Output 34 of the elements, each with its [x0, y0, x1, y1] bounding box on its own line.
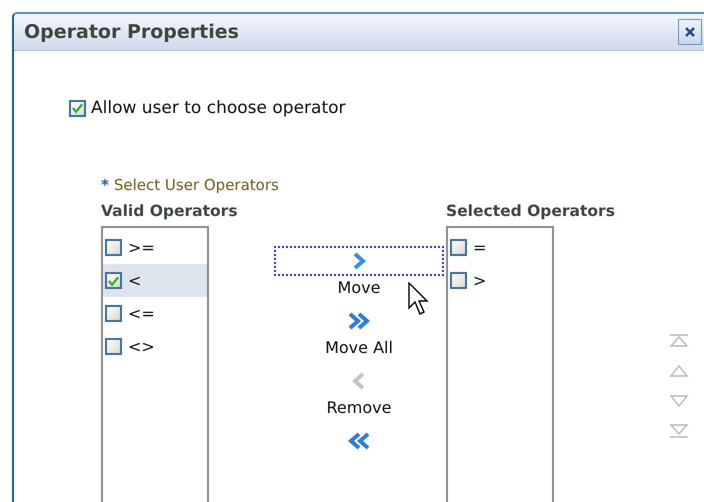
operator-label: > [473, 271, 486, 290]
double-chevron-right-icon [347, 312, 371, 330]
item-checkbox[interactable] [105, 305, 122, 322]
list-item[interactable]: <> [103, 330, 207, 363]
allow-checkbox[interactable] [69, 100, 86, 116]
field-label: Select User Operators [114, 176, 279, 194]
operator-label: <> [128, 337, 155, 356]
list-item[interactable]: > [448, 264, 552, 297]
window-title: Operator Properties [24, 21, 239, 43]
double-chevron-left-icon [347, 432, 371, 450]
item-checkbox[interactable] [105, 272, 122, 289]
item-checkbox[interactable] [105, 239, 122, 256]
checkbox-label: Allow user to choose operator [91, 98, 346, 118]
shuttle-button[interactable]: Move All [274, 306, 444, 357]
item-checkbox[interactable] [105, 338, 122, 355]
chevron-right-icon [351, 252, 367, 270]
list-item[interactable]: <= [103, 297, 207, 330]
operator-label: = [473, 238, 486, 257]
item-checkbox[interactable] [450, 239, 467, 256]
column-heading: Valid Operators [101, 201, 238, 222]
close-button[interactable] [678, 19, 702, 45]
item-checkbox[interactable] [450, 272, 467, 289]
operator-label: < [128, 271, 142, 290]
list-item[interactable]: >= [103, 231, 207, 264]
column-heading: Selected Operators [446, 201, 615, 222]
list-item[interactable]: = [448, 231, 552, 264]
operator-label: <= [128, 304, 155, 323]
mouse-pointer-icon [408, 282, 430, 316]
shuttle-button[interactable]: Remove [274, 366, 444, 417]
required-marker: * [101, 176, 109, 194]
operator-label: >= [128, 238, 155, 257]
list-item[interactable]: < [103, 264, 207, 297]
chevron-left-icon [351, 372, 367, 390]
close-icon [684, 26, 696, 38]
